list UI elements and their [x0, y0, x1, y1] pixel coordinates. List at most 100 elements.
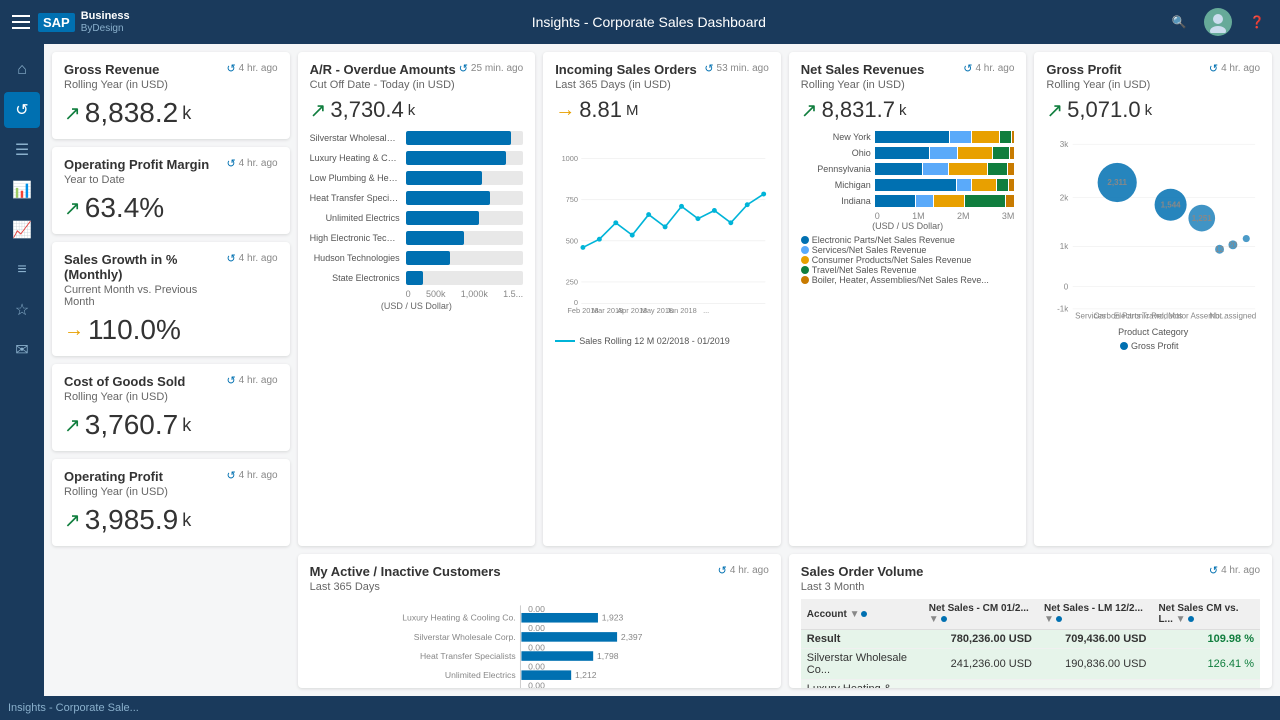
svg-text:0.00: 0.00 [528, 623, 545, 633]
svg-text:750: 750 [566, 195, 578, 204]
col-lm[interactable]: Net Sales - LM 12/2... ▼ [1038, 599, 1152, 630]
ar-subtitle: Cut Off Date - Today (in USD) [310, 79, 456, 91]
card-customers: My Active / Inactive Customers Last 365 … [298, 554, 781, 688]
svg-text:1,251: 1,251 [1192, 214, 1213, 223]
ar-bar-chart: Silverstar Wholesale Corp. Luxury Heatin… [310, 131, 524, 285]
bydesign-text: ByDesign [81, 23, 130, 34]
sov-time: ↺ 4 hr. ago [1209, 564, 1260, 577]
incoming-subtitle: Last 365 Days (in USD) [555, 79, 697, 91]
customers-subtitle: Last 365 Days [310, 581, 501, 593]
ar-trend-icon: ↗ [310, 98, 327, 123]
nsr-time: ↺ 4 hr. ago [963, 62, 1014, 75]
gross-revenue-subtitle: Rolling Year (in USD) [64, 79, 168, 91]
op-subtitle: Rolling Year (in USD) [64, 486, 168, 498]
incoming-trend-icon: → [555, 99, 575, 122]
bar-row: Low Plumbing & Heating [310, 171, 524, 185]
incoming-title: Incoming Sales Orders [555, 62, 697, 77]
sg-title: Sales Growth in % (Monthly) [64, 252, 226, 282]
svg-text:1000: 1000 [562, 154, 578, 163]
hbar-row: New York [801, 131, 1015, 143]
svg-text:2,311: 2,311 [1108, 178, 1128, 187]
svg-text:Heat Transfer Specialists: Heat Transfer Specialists [420, 651, 516, 661]
hbar-row: Ohio [801, 147, 1015, 159]
trend-right-icon: → [64, 319, 84, 342]
ar-value: ↗ 3,730.4k [310, 97, 524, 123]
svg-text:1,798: 1,798 [597, 651, 619, 661]
svg-text:Jun 2018: Jun 2018 [667, 306, 697, 315]
sidebar-item-dashboard[interactable]: ↺ [4, 92, 40, 128]
ar-axis-label: (USD / US Dollar) [310, 301, 524, 311]
incoming-legend: Sales Rolling 12 M 02/2018 - 01/2019 [555, 336, 769, 346]
gp-bubble-chart: 3k 2k 1k 0 -1k 2,311 1,544 1,251 12 [1046, 127, 1260, 327]
svg-text:0.00: 0.00 [528, 604, 545, 614]
nsr-legend: Electronic Parts/Net Sales Revenue Servi… [801, 235, 1015, 285]
col-account[interactable]: Account ▼ [801, 599, 923, 630]
svg-text:1k: 1k [1060, 242, 1069, 251]
svg-text:250: 250 [566, 277, 578, 286]
bar-row: Heat Transfer Specialists [310, 191, 524, 205]
sg-value: → 110.0% [64, 314, 278, 346]
cogs-title: Cost of Goods Sold [64, 374, 185, 389]
card-nsr: Net Sales Revenues Rolling Year (in USD)… [789, 52, 1027, 546]
sidebar-item-star[interactable]: ☆ [4, 292, 40, 328]
table-row: Silverstar Wholesale Co... 241,236.00 US… [801, 649, 1260, 680]
nsr-axis-label: (USD / US Dollar) [801, 221, 1015, 231]
nsr-subtitle: Rolling Year (in USD) [801, 79, 925, 91]
topbar: SAP Business ByDesign Insights - Corpora… [0, 0, 1280, 44]
sidebar: ⌂ ↺ ☰ 📊 📈 ≡ ☆ ✉ [0, 44, 44, 696]
svg-text:1,544: 1,544 [1161, 200, 1182, 209]
gp-subtitle: Rolling Year (in USD) [1046, 79, 1150, 91]
bottombar-text: Insights - Corporate Sale... [8, 702, 139, 714]
sidebar-item-chart[interactable]: 📈 [4, 212, 40, 248]
cogs-value: ↗ 3,760.7k [64, 409, 278, 441]
page-title: Insights - Corporate Sales Dashboard [130, 14, 1168, 30]
col-pct[interactable]: Net Sales CM vs. L... ▼ [1152, 599, 1260, 630]
bar-row: State Electronics [310, 271, 524, 285]
gp-time: ↺ 4 hr. ago [1209, 62, 1260, 75]
gp-trend-icon: ↗ [1046, 98, 1063, 123]
sidebar-item-nav1[interactable]: ☰ [4, 132, 40, 168]
main-content: Gross Revenue Rolling Year (in USD) ↺ 4 … [44, 44, 1280, 696]
op-value: ↗ 3,985.9k [64, 504, 278, 536]
ar-time: ↺ 25 min. ago [459, 62, 523, 75]
svg-text:-1k: -1k [1058, 305, 1070, 314]
logo-area: SAP Business ByDesign [38, 10, 130, 33]
svg-text:20: 20 [1229, 240, 1238, 249]
svg-text:2k: 2k [1060, 193, 1069, 202]
help-icon[interactable]: ❓ [1246, 11, 1268, 33]
business-text: Business [81, 10, 130, 22]
hbar-row: Pennsylvania [801, 163, 1015, 175]
bar-row: Luxury Heating & Cooling Co. [310, 151, 524, 165]
gross-revenue-value: ↗ 8,838.2k [64, 97, 278, 129]
nsr-axis: 01M2M3M [801, 211, 1015, 221]
card-cogs: Cost of Goods Sold Rolling Year (in USD)… [52, 364, 290, 451]
svg-text:Silverstar Wholesale Corp.: Silverstar Wholesale Corp. [413, 632, 515, 642]
kpi-column: Gross Revenue Rolling Year (in USD) ↺ 4 … [52, 52, 290, 546]
nsr-value: ↗ 8,831.7k [801, 97, 1015, 123]
trend-up-icon-3: ↗ [64, 413, 81, 438]
bottombar: Insights - Corporate Sale... [0, 696, 1280, 720]
table-row: Luxury Heating & Cool... 178,540.00 USD … [801, 680, 1260, 689]
opm-subtitle: Year to Date [64, 174, 209, 186]
hbar-row: Michigan [801, 179, 1015, 191]
user-avatar[interactable] [1204, 8, 1232, 36]
sidebar-item-messages[interactable]: ✉ [4, 332, 40, 368]
card-ar: A/R - Overdue Amounts Cut Off Date - Tod… [298, 52, 536, 546]
svg-text:Luxury Heating & Cooling Co.: Luxury Heating & Cooling Co. [402, 613, 515, 623]
nsr-chart: New York Ohio [801, 131, 1015, 285]
hamburger-menu[interactable] [12, 15, 30, 29]
sidebar-item-analytics[interactable]: 📊 [4, 172, 40, 208]
sidebar-item-list[interactable]: ≡ [4, 252, 40, 288]
col-cm[interactable]: Net Sales - CM 01/2... ▼ [923, 599, 1038, 630]
card-incoming: Incoming Sales Orders Last 365 Days (in … [543, 52, 781, 546]
svg-text:500: 500 [566, 236, 578, 245]
incoming-value: → 8.81M [555, 97, 769, 123]
sov-subtitle: Last 3 Month [801, 581, 924, 593]
sov-table: Account ▼ Net Sales - CM 01/2... ▼ Net S… [801, 599, 1260, 688]
ar-title: A/R - Overdue Amounts [310, 62, 456, 77]
sap-logo: SAP [38, 13, 75, 32]
sidebar-item-home[interactable]: ⌂ [4, 52, 40, 88]
search-icon[interactable]: 🔍 [1168, 11, 1190, 33]
svg-text:3k: 3k [1060, 140, 1069, 149]
cogs-subtitle: Rolling Year (in USD) [64, 391, 185, 403]
